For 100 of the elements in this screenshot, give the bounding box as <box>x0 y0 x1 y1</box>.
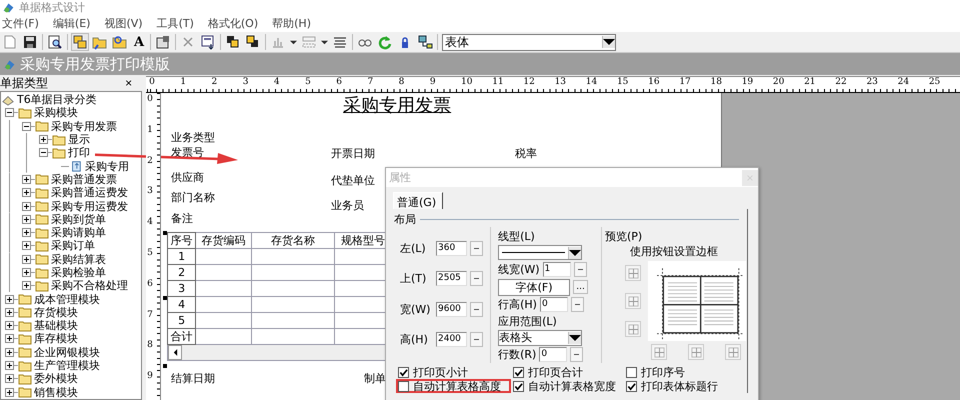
caret-icon[interactable] <box>290 38 298 46</box>
properties-icon[interactable] <box>155 34 172 50</box>
tree-item[interactable]: 采购到货单 <box>51 212 106 226</box>
tree-item[interactable]: 采购专用发票 <box>51 120 117 133</box>
tree-item[interactable]: 企业网银模块 <box>34 346 100 359</box>
checkbox[interactable] <box>626 366 637 378</box>
expand-toggle-icon[interactable] <box>22 214 31 224</box>
checkbox-option[interactable]: 打印页合计 <box>511 365 624 379</box>
expand-toggle-icon[interactable] <box>22 254 31 264</box>
spin-buttons[interactable] <box>574 262 587 277</box>
scope-dropdown[interactable]: 表格头 <box>498 330 582 346</box>
collapse-toggle-icon[interactable] <box>39 148 48 158</box>
border-button[interactable] <box>625 321 641 337</box>
field-label[interactable]: 业务类型 <box>171 130 216 145</box>
spin-buttons[interactable] <box>470 240 483 256</box>
checkbox[interactable] <box>398 380 409 392</box>
caret-icon[interactable] <box>321 38 328 46</box>
number-field[interactable]: 360 <box>436 240 467 256</box>
menu-item[interactable]: 工具(T) <box>156 16 194 31</box>
collapse-toggle-icon[interactable] <box>22 122 31 131</box>
border-button[interactable] <box>625 293 641 309</box>
expand-toggle-icon[interactable] <box>22 188 31 198</box>
checkbox[interactable] <box>626 380 637 392</box>
tree-item[interactable]: 采购检验单 <box>51 266 106 279</box>
bring-forward-icon[interactable] <box>225 34 242 50</box>
checkbox-option[interactable]: 打印表体标题行 <box>624 379 744 393</box>
field-label[interactable]: 税率 <box>515 146 538 161</box>
expand-toggle-icon[interactable] <box>22 174 31 184</box>
menu-item[interactable]: 格式化(O) <box>208 16 258 31</box>
expand-toggle-icon[interactable] <box>5 348 14 357</box>
field-label[interactable]: 结算日期 <box>171 371 216 386</box>
number-field[interactable]: 1 <box>542 262 571 277</box>
selection-handle[interactable] <box>163 364 168 368</box>
checkbox-option[interactable]: 自动计算表格宽度 <box>511 379 624 393</box>
checkbox-option[interactable]: 打印序号 <box>624 365 744 379</box>
expand-toggle-icon[interactable] <box>5 361 14 370</box>
field-label[interactable]: 供应商 <box>171 170 204 185</box>
border-button[interactable] <box>625 265 641 281</box>
field-label[interactable]: 制单 <box>364 371 386 386</box>
expand-toggle-icon[interactable] <box>22 202 31 211</box>
tree-item[interactable]: 采购订单 <box>51 239 95 252</box>
copy-icon[interactable] <box>72 34 88 50</box>
checkbox[interactable] <box>398 366 409 378</box>
number-field[interactable]: 0 <box>539 347 568 362</box>
number-field[interactable]: 9600 <box>436 302 467 317</box>
selection-handle[interactable] <box>163 296 168 300</box>
tree-item[interactable]: 显示 <box>68 133 90 146</box>
field-label[interactable]: 开票日期 <box>331 146 376 161</box>
tab[interactable]: 普通(G) <box>393 192 444 209</box>
tree-item[interactable]: 采购普通发票 <box>51 172 117 186</box>
import-icon[interactable] <box>200 34 216 50</box>
tree-item[interactable]: 基础模块 <box>34 319 78 332</box>
menu-item[interactable]: 文件(F) <box>2 16 39 31</box>
expand-toggle-icon[interactable] <box>5 321 14 330</box>
font-button[interactable]: 字体(F) <box>498 278 570 296</box>
field-label[interactable]: 备注 <box>171 211 194 226</box>
menu-item[interactable]: 视图(V) <box>104 16 143 31</box>
expand-toggle-icon[interactable] <box>22 228 31 238</box>
line-style-dropdown[interactable] <box>498 245 582 260</box>
menu-item[interactable]: 编辑(E) <box>52 16 90 31</box>
expand-toggle-icon[interactable] <box>5 308 14 317</box>
spin-buttons[interactable] <box>570 297 584 312</box>
font-select[interactable]: 表体 <box>442 34 616 50</box>
number-field[interactable]: 2400 <box>436 332 467 348</box>
field-label[interactable]: 业务员 <box>331 198 364 213</box>
tree-item[interactable]: 存货模块 <box>34 306 78 319</box>
scroll-left-button[interactable] <box>168 345 182 360</box>
expand-toggle-icon[interactable] <box>39 135 48 144</box>
menu-item[interactable]: 帮助(H) <box>272 16 311 31</box>
tree-item[interactable]: 采购不合格处理 <box>51 279 128 292</box>
field-label[interactable]: 代垫单位 <box>331 173 376 188</box>
tree-item[interactable]: 采购模块 <box>34 106 78 120</box>
tree-item[interactable]: 库存模块 <box>34 332 78 346</box>
spin-buttons[interactable] <box>570 347 584 362</box>
number-field[interactable]: 0 <box>540 297 568 312</box>
magnifier-icon[interactable] <box>47 34 63 50</box>
save-icon[interactable] <box>22 34 38 50</box>
checkbox[interactable] <box>513 380 524 392</box>
close-button[interactable]: × <box>125 76 132 90</box>
expand-toggle-icon[interactable] <box>22 241 31 250</box>
border-button[interactable] <box>651 344 667 360</box>
expand-toggle-icon[interactable] <box>5 334 14 344</box>
invoice-title[interactable]: 采购专用发票 <box>343 93 452 117</box>
selection-handle[interactable] <box>163 231 168 235</box>
expand-toggle-icon[interactable] <box>22 268 31 277</box>
font-button[interactable]: A <box>132 34 146 50</box>
checkbox[interactable] <box>513 366 524 378</box>
tree-item[interactable]: 采购专用运费发 <box>51 200 128 213</box>
expand-toggle-icon[interactable] <box>5 388 14 397</box>
collapse-toggle-icon[interactable] <box>5 108 14 118</box>
tree-item[interactable]: 采购请购单 <box>51 226 106 240</box>
tree-item[interactable]: 采购普通运费发 <box>51 186 128 200</box>
spin-buttons[interactable] <box>470 271 483 286</box>
field-label[interactable]: 部门名称 <box>171 190 216 205</box>
spin-buttons[interactable] <box>470 302 483 317</box>
tree-item[interactable]: 委外模块 <box>34 372 78 386</box>
checkbox-option[interactable]: 打印页小计 <box>396 365 511 379</box>
tree-item[interactable]: 生产管理模块 <box>34 359 100 372</box>
tree-item[interactable]: 销售模块 <box>34 386 78 399</box>
number-field[interactable]: 2505 <box>436 271 467 286</box>
